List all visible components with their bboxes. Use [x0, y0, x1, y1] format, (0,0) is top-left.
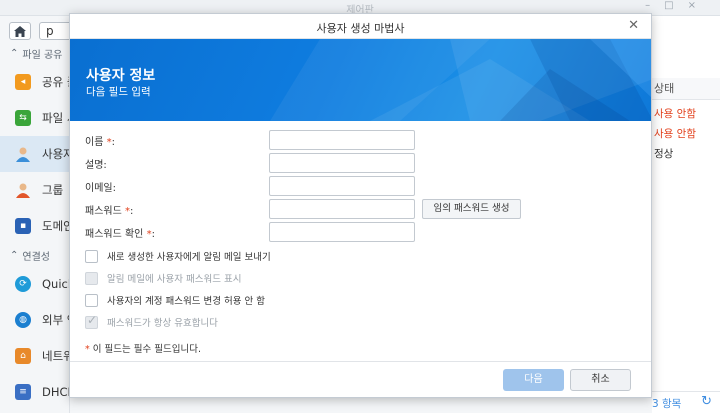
required-field-note: * 이 필드는 필수 필드입니다.	[85, 344, 202, 355]
sidebar-item-network[interactable]: ⌂ 네트워크	[0, 338, 69, 374]
confirm-password-label: 패스워드 확인 *:	[85, 229, 155, 240]
checkbox-label: 패스워드가 항상 유효합니다	[107, 318, 218, 329]
sidebar-item-label: 공유 폴더	[42, 75, 69, 89]
email-field[interactable]	[269, 176, 415, 196]
checkbox-label: 새로 생성한 사용자에게 알림 메일 보내기	[107, 252, 271, 263]
maximize-icon[interactable]: □	[664, 0, 687, 11]
create-user-wizard-dialog: 사용자 생성 마법사 ✕ 사용자 정보 다음 필드 입력 이름 *: 설명: 이…	[69, 13, 652, 398]
sidebar-item-domain-ldap[interactable]: ▪ 도메인/LDAP	[0, 208, 69, 244]
globe-icon: ◍	[15, 312, 31, 328]
dialog-title: 사용자 생성 마법사	[316, 22, 405, 35]
column-header-status[interactable]: 상태	[652, 78, 720, 100]
shared-folder-icon: ◂	[15, 74, 31, 90]
table-cell-status[interactable]: 정상	[654, 146, 673, 161]
user-icon	[15, 146, 31, 162]
sidebar-item-label: 네트워크	[42, 349, 69, 363]
search-input[interactable]: p	[39, 22, 69, 40]
sidebar: p ⌃ 파일 공유 ◂ 공유 폴더 ⇆ 파일 서비스 사용자 그룹 ▪ 도메인/…	[0, 16, 70, 413]
banner-decoration	[270, 39, 651, 121]
sidebar-section-connectivity[interactable]: ⌃ 연결성	[0, 244, 69, 266]
refresh-icon[interactable]: ↻	[701, 394, 712, 409]
user-info-form: 이름 *: 설명: 이메일: 패스워드 *: 임의 패스워드 생성 패스워드 확…	[70, 121, 651, 363]
checkbox-row-password-always-valid: ✓ 패스워드가 항상 유효합니다	[85, 312, 218, 330]
next-button[interactable]: 다음	[503, 369, 564, 391]
sidebar-item-quickconnect[interactable]: ⟳ QuickConnect	[0, 266, 69, 302]
description-label: 설명:	[85, 160, 107, 171]
checkbox-row-show-password-in-mail: 알림 메일에 사용자 패스워드 표시	[85, 270, 241, 286]
sidebar-item-external-access[interactable]: ◍ 외부 액세스	[0, 302, 69, 338]
collapse-chevron-icon: ⌃	[10, 47, 19, 59]
disallow-password-change-checkbox[interactable]	[85, 293, 98, 307]
sidebar-item-label: 사용자	[42, 147, 69, 161]
dialog-footer: 다음 취소	[70, 361, 651, 397]
sidebar-item-file-services[interactable]: ⇆ 파일 서비스	[0, 100, 69, 136]
sidebar-section-label: 연결성	[22, 251, 50, 263]
name-field[interactable]	[269, 130, 415, 150]
password-label: 패스워드 *:	[85, 206, 134, 217]
group-icon	[15, 182, 31, 198]
network-icon: ⌂	[15, 348, 31, 364]
sidebar-item-label: DHCP Server	[42, 385, 69, 399]
sidebar-item-label: 도메인/LDAP	[42, 219, 69, 233]
show-password-in-mail-checkbox	[85, 271, 98, 285]
main-footer-strip	[70, 398, 652, 413]
password-field[interactable]	[269, 199, 415, 219]
checkbox-label: 사용자의 계정 패스워드 변경 허용 안 함	[107, 296, 265, 307]
list-footer: 3 항목 ↻	[652, 391, 720, 413]
sidebar-section-file-sharing[interactable]: ⌃ 파일 공유	[0, 42, 69, 64]
send-notification-checkbox[interactable]	[85, 249, 98, 263]
sidebar-item-label: 파일 서비스	[42, 111, 69, 125]
sidebar-item-group[interactable]: 그룹	[0, 172, 69, 208]
sidebar-item-label: 그룹	[42, 183, 64, 197]
domain-icon: ▪	[15, 218, 31, 234]
cancel-button[interactable]: 취소	[570, 369, 631, 391]
checkbox-label: 알림 메일에 사용자 패스워드 표시	[107, 274, 242, 285]
quickconnect-icon: ⟳	[15, 276, 31, 292]
sidebar-item-label: QuickConnect	[42, 277, 69, 291]
sidebar-item-user[interactable]: 사용자	[0, 136, 69, 172]
dialog-titlebar: 사용자 생성 마법사 ✕	[70, 14, 651, 39]
email-label: 이메일:	[85, 183, 116, 194]
sidebar-item-shared-folder[interactable]: ◂ 공유 폴더	[0, 64, 69, 100]
table-cell-status[interactable]: 사용 안함	[654, 126, 696, 141]
password-always-valid-checkbox: ✓	[85, 312, 98, 329]
confirm-password-field[interactable]	[269, 222, 415, 242]
banner-subtitle: 다음 필드 입력	[86, 86, 151, 98]
close-icon[interactable]: ✕	[628, 18, 639, 33]
sidebar-section-label: 파일 공유	[22, 49, 63, 61]
generate-password-button[interactable]: 임의 패스워드 생성	[422, 199, 521, 219]
home-button[interactable]	[9, 22, 31, 40]
sidebar-item-dhcp-server[interactable]: ≡ DHCP Server	[0, 374, 69, 410]
banner-title: 사용자 정보	[86, 68, 156, 84]
close-window-icon[interactable]: ×	[688, 0, 710, 11]
minimize-icon[interactable]: –	[645, 0, 664, 11]
name-label: 이름 *:	[85, 137, 115, 148]
file-services-icon: ⇆	[15, 110, 31, 126]
search-value: p	[46, 24, 54, 38]
description-field[interactable]	[269, 153, 415, 173]
collapse-chevron-icon: ⌃	[10, 249, 19, 261]
home-icon	[14, 25, 26, 37]
sidebar-item-label: 외부 액세스	[42, 313, 69, 327]
checkbox-row-disallow-password-change[interactable]: 사용자의 계정 패스워드 변경 허용 안 함	[85, 292, 265, 308]
checkmark-icon: ✓	[87, 312, 98, 327]
item-count: 3 항목	[652, 398, 682, 410]
wizard-banner: 사용자 정보 다음 필드 입력	[70, 39, 651, 121]
user-list-panel: 상태 사용 안함 사용 안함 정상 3 항목 ↻	[652, 16, 720, 413]
window-controls[interactable]: –□×	[645, 0, 710, 11]
table-cell-status[interactable]: 사용 안함	[654, 106, 696, 121]
checkbox-row-send-notification[interactable]: 새로 생성한 사용자에게 알림 메일 보내기	[85, 248, 271, 264]
dhcp-icon: ≡	[15, 384, 31, 400]
